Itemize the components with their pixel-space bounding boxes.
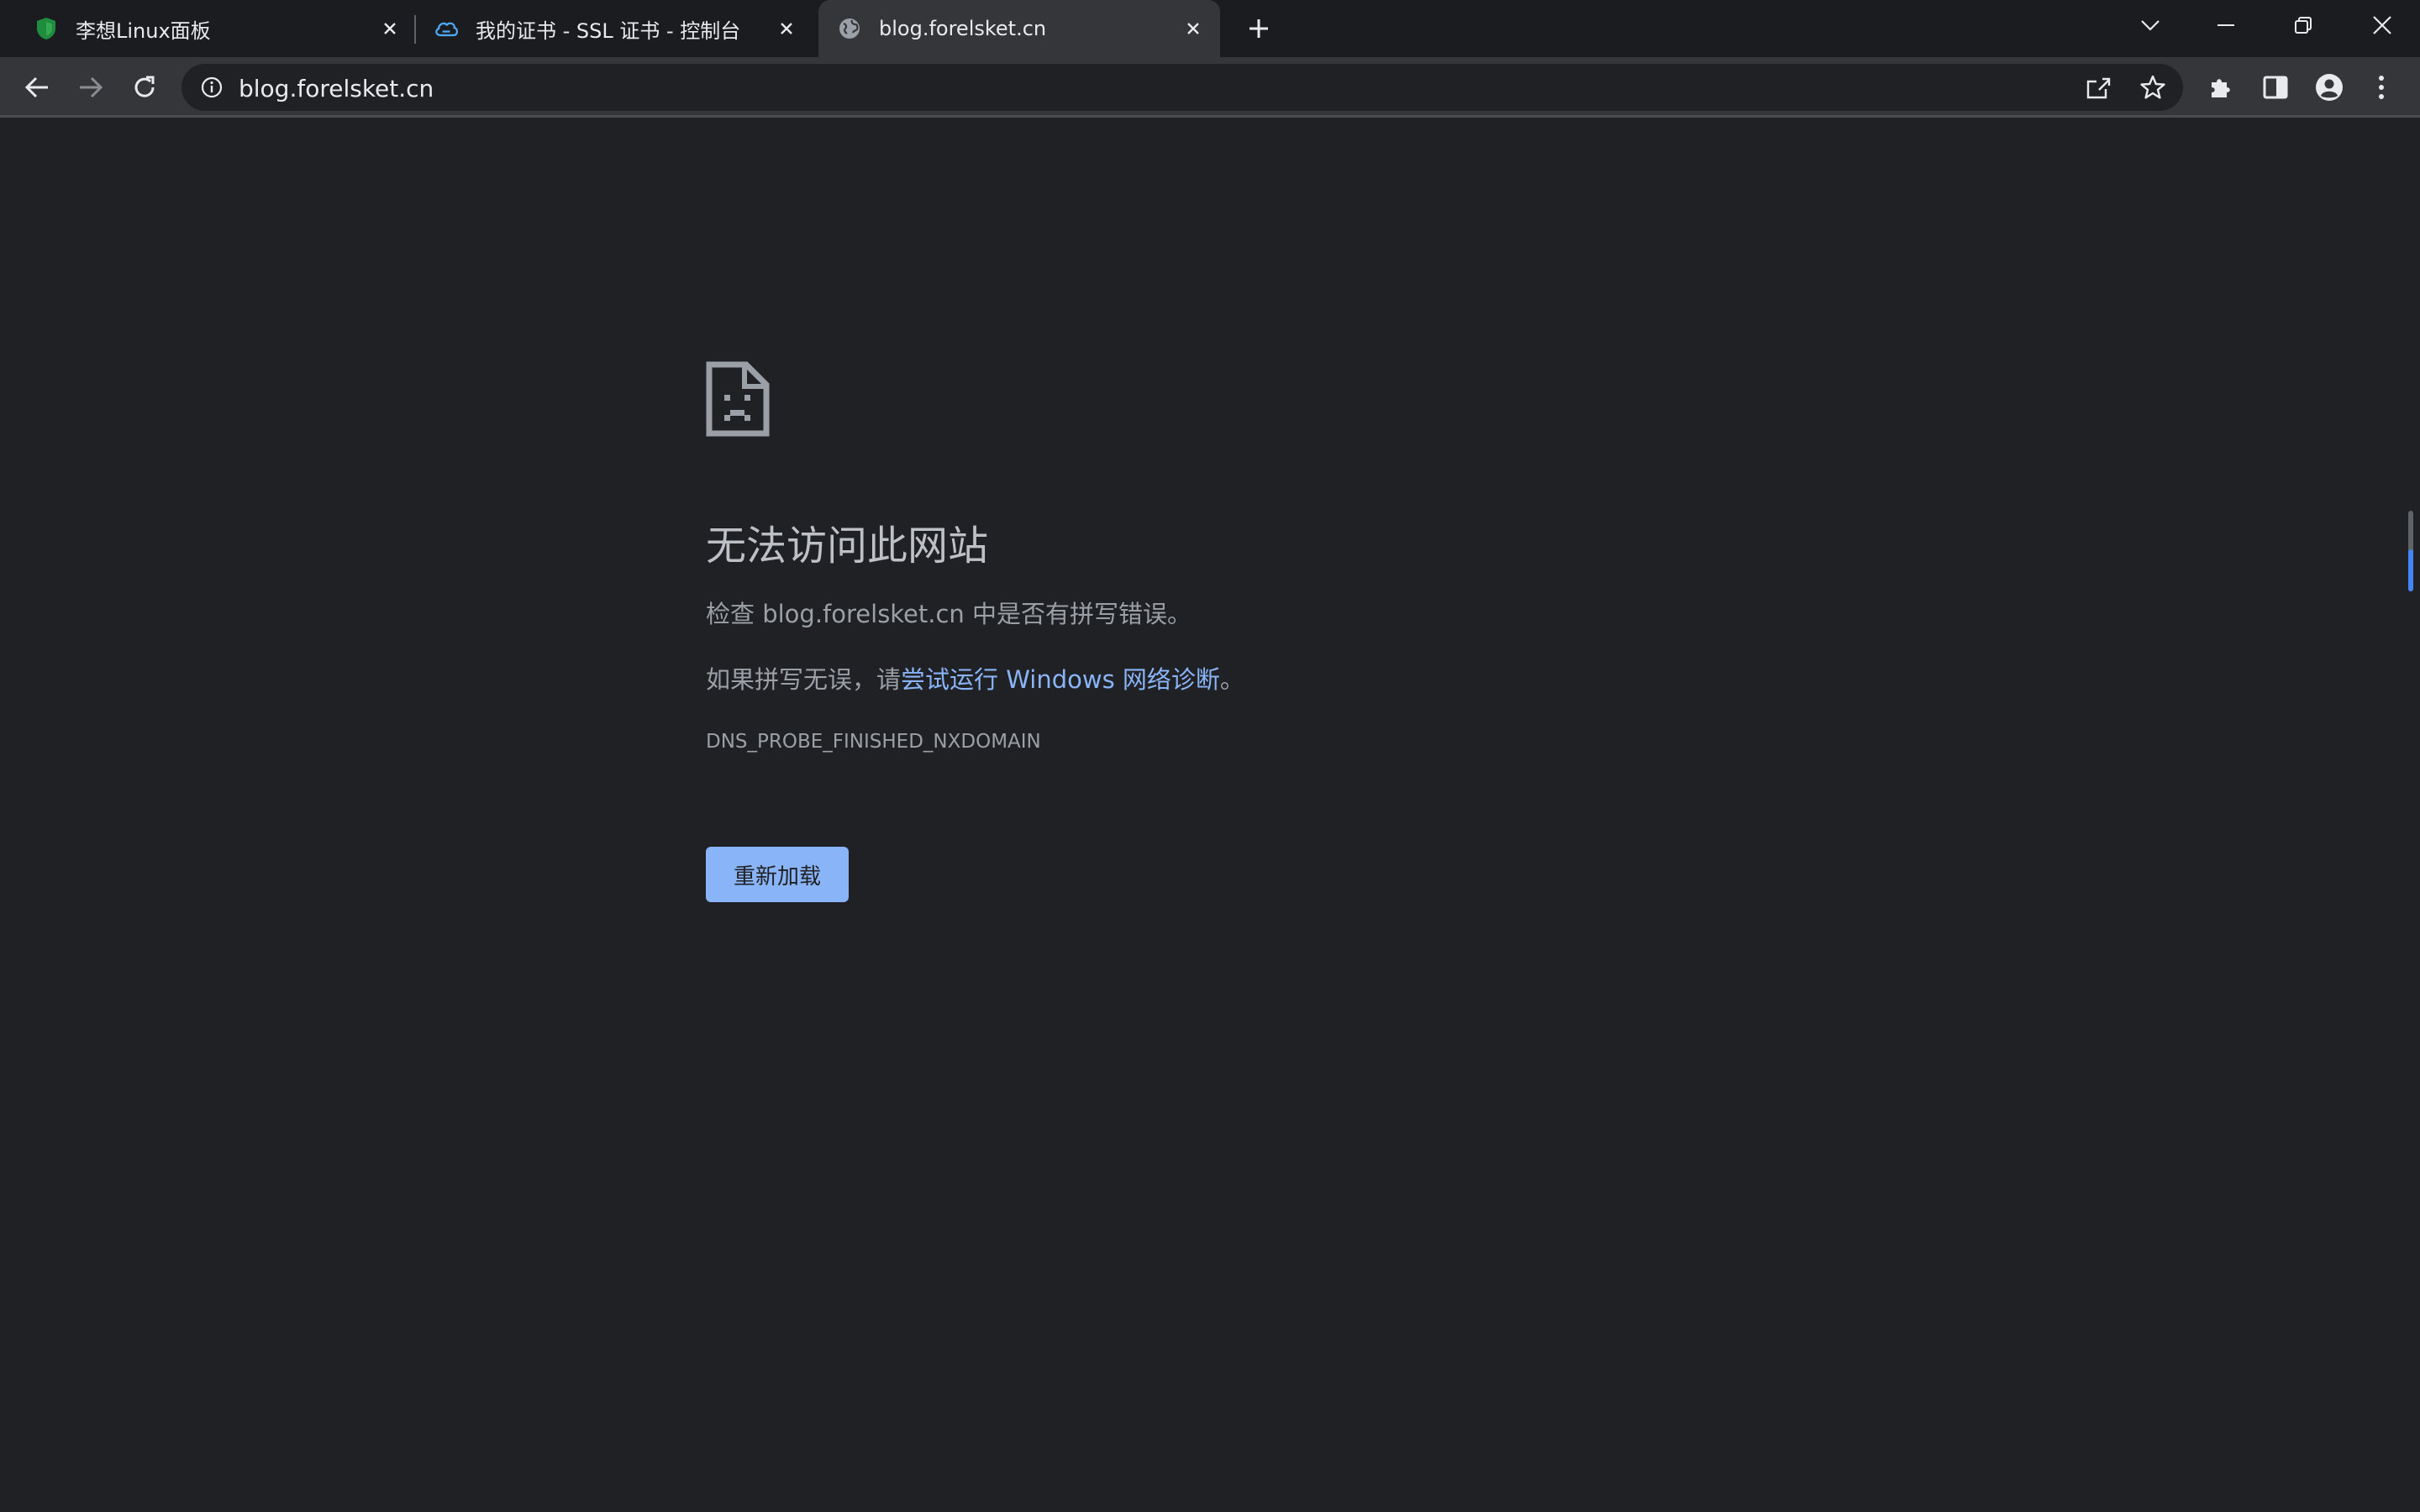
sad-page-icon: [706, 361, 770, 437]
globe-icon: [837, 16, 862, 41]
share-icon[interactable]: [2082, 71, 2116, 104]
diagnostics-prefix: 如果拼写无误，请: [706, 665, 902, 694]
arrow-right-icon: [80, 76, 103, 98]
tab-close-icon[interactable]: [376, 15, 403, 42]
reload-button[interactable]: 重新加载: [706, 847, 849, 902]
avatar-icon: [2316, 74, 2343, 101]
restore-icon: [2295, 17, 2312, 34]
minimize-icon: [2217, 24, 2234, 26]
shield-icon: [34, 16, 59, 41]
kebab-menu-icon: [2379, 76, 2384, 99]
info-icon[interactable]: [198, 74, 225, 101]
error-heading: 无法访问此网站: [706, 522, 989, 570]
error-page: 无法访问此网站 检查 blog.forelsket.cn 中是否有拼写错误。 如…: [0, 118, 2420, 1512]
side-panel-button[interactable]: [2257, 69, 2294, 106]
close-window-button[interactable]: [2344, 0, 2420, 50]
menu-button[interactable]: [2363, 69, 2400, 106]
arrow-left-icon: [24, 76, 48, 98]
extensions-button[interactable]: [2203, 69, 2240, 106]
reload-toolbar-button[interactable]: [126, 69, 163, 106]
browser-toolbar: blog.forelsket.cn: [0, 57, 2420, 118]
tab-separator: [414, 15, 416, 44]
chevron-down-icon: [2141, 20, 2160, 31]
side-panel-icon: [2263, 76, 2288, 99]
restore-button[interactable]: [2265, 0, 2341, 50]
error-code: DNS_PROBE_FINISHED_NXDOMAIN: [706, 731, 1041, 753]
diagnostics-suffix: 。: [1219, 665, 1244, 694]
scrollbar-highlight: [2408, 549, 2413, 591]
profile-button[interactable]: [2311, 69, 2348, 106]
minimize-button[interactable]: [2188, 0, 2264, 50]
error-suggestion-diagnostics: 如果拼写无误，请尝试运行 Windows 网络诊断。: [706, 660, 1244, 696]
tab-close-icon[interactable]: [773, 15, 800, 42]
tab-title: 李想Linux面板: [76, 18, 211, 43]
tab-ssl-console[interactable]: 我的证书 - SSL 证书 - 控制台: [417, 0, 818, 57]
network-diagnostics-link[interactable]: 尝试运行 Windows 网络诊断: [901, 665, 1220, 694]
tab-close-icon[interactable]: [1180, 15, 1207, 42]
tab-search-button[interactable]: [2112, 0, 2188, 50]
error-suggestion-spelling: 检查 blog.forelsket.cn 中是否有拼写错误。: [706, 600, 1192, 628]
puzzle-icon: [2212, 79, 2230, 97]
tab-strip: 李想Linux面板 我的证书 - SSL 证书 - 控制台 blog.forel…: [0, 0, 2420, 57]
tab-linux-panel[interactable]: 李想Linux面板: [0, 0, 412, 57]
cloud-icon: [434, 16, 459, 41]
close-icon: [2373, 16, 2391, 34]
refresh-icon: [134, 76, 155, 97]
forward-button[interactable]: [72, 69, 109, 106]
tab-title: blog.forelsket.cn: [879, 17, 1047, 40]
tab-title: 我的证书 - SSL 证书 - 控制台: [476, 18, 741, 43]
new-tab-button[interactable]: [1242, 12, 1276, 45]
address-bar[interactable]: blog.forelsket.cn: [182, 64, 2183, 111]
address-url[interactable]: blog.forelsket.cn: [239, 75, 434, 102]
back-button[interactable]: [18, 69, 55, 106]
plus-icon: [1249, 19, 1268, 38]
tab-blog[interactable]: blog.forelsket.cn: [818, 0, 1220, 57]
star-bookmark-icon[interactable]: [2136, 71, 2170, 104]
